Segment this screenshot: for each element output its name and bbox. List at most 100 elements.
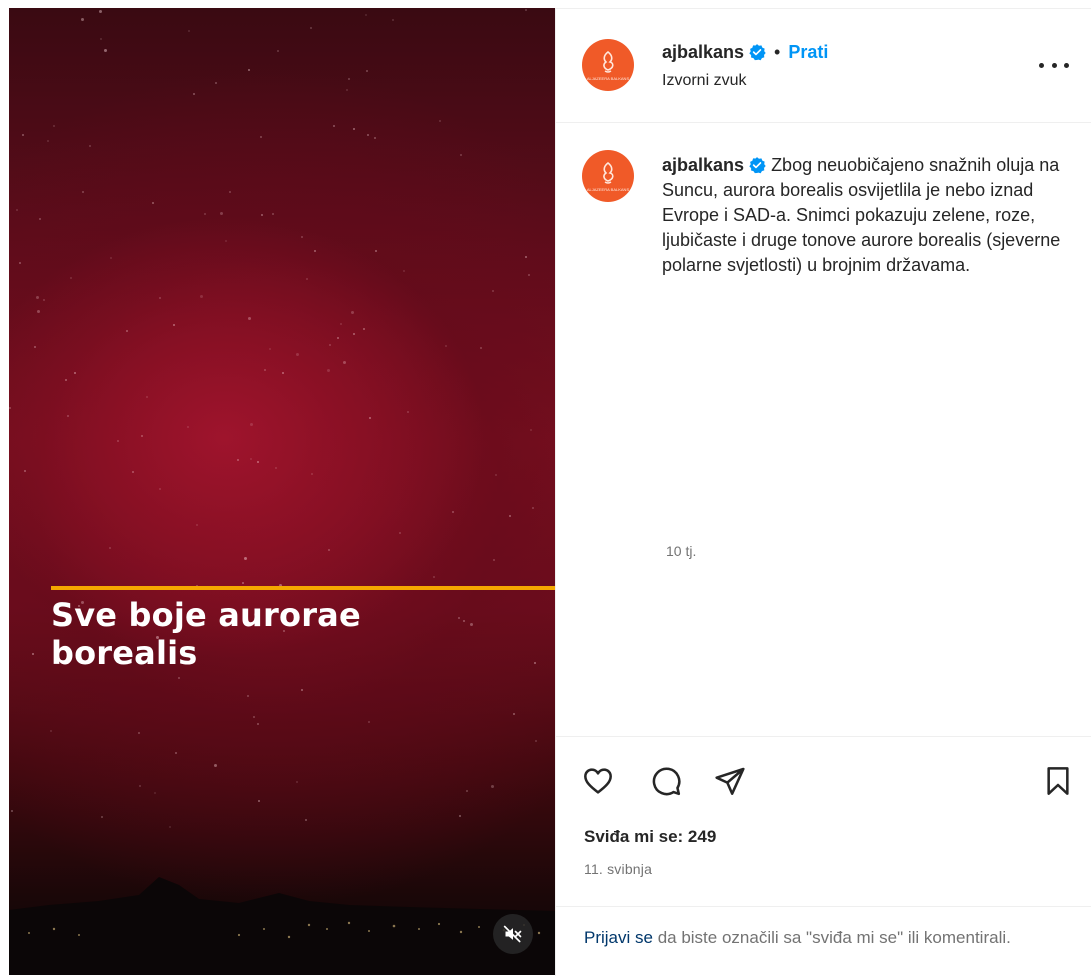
aljazeera-logo-icon <box>603 50 614 73</box>
star <box>100 38 102 40</box>
page-left-margin <box>0 0 9 975</box>
verified-badge-icon <box>749 44 766 61</box>
star <box>327 369 330 372</box>
star <box>460 154 462 156</box>
video-caption-line-2: borealis <box>51 634 198 672</box>
star <box>351 311 354 314</box>
header-username[interactable]: ajbalkans <box>662 41 744 63</box>
star <box>159 297 161 299</box>
star <box>32 653 34 655</box>
action-bar: Sviđa mi se: 249 11. svibnja <box>556 736 1091 907</box>
video-caption-line-1: Sve boje aurorae <box>51 596 361 634</box>
star <box>264 369 266 371</box>
star <box>250 423 253 426</box>
more-options-icon[interactable] <box>1039 55 1069 75</box>
follow-button[interactable]: Prati <box>788 42 828 63</box>
star <box>187 426 189 428</box>
star <box>346 89 348 91</box>
post-caption-block: ALJAZEERA BALKANS ajbalkans Zbog neuobič… <box>556 123 1091 735</box>
star <box>81 18 84 21</box>
avatar[interactable]: ALJAZEERA BALKANS <box>582 150 634 202</box>
star <box>110 257 112 259</box>
star <box>366 70 368 72</box>
star <box>82 191 84 193</box>
star <box>367 134 369 136</box>
star <box>146 396 148 398</box>
post-header: ALJAZEERA BALKANS ajbalkans • Prati Izvo… <box>556 9 1091 123</box>
star <box>275 467 277 469</box>
star <box>353 128 355 130</box>
star <box>257 461 259 463</box>
mute-button[interactable] <box>493 914 533 954</box>
star <box>50 730 52 732</box>
star <box>348 78 350 80</box>
star <box>491 785 494 788</box>
star <box>247 695 249 697</box>
login-prompt-text: Prijavi se da biste označili sa "sviđa m… <box>584 925 1064 951</box>
post-caption: ajbalkans Zbog neuobičajeno snažnih oluj… <box>662 153 1062 278</box>
star <box>296 781 298 783</box>
star <box>365 14 367 16</box>
star <box>374 137 376 139</box>
star <box>225 240 227 242</box>
star <box>509 515 511 517</box>
login-link[interactable]: Prijavi se <box>584 928 653 947</box>
star <box>214 764 217 767</box>
star <box>152 202 154 204</box>
star <box>340 323 342 325</box>
page-top-margin <box>0 0 1091 8</box>
star <box>154 792 156 794</box>
star <box>407 411 409 413</box>
star <box>9 407 11 409</box>
star <box>439 120 441 122</box>
caption-accent-bar <box>51 586 555 590</box>
star <box>188 30 190 32</box>
star <box>399 532 401 534</box>
star <box>328 549 330 551</box>
star <box>260 136 262 138</box>
star <box>368 721 370 723</box>
star <box>24 470 26 472</box>
star <box>101 816 103 818</box>
star <box>333 125 335 127</box>
avatar-logo-text: ALJAZEERA BALKANS <box>586 76 630 81</box>
star <box>67 415 69 417</box>
star <box>229 191 231 193</box>
audio-label[interactable]: Izvorni zvuk <box>662 72 746 90</box>
heart-icon[interactable] <box>582 765 614 797</box>
post-time-ago[interactable]: 10 tj. <box>666 543 696 559</box>
star <box>36 296 39 299</box>
star <box>173 324 175 326</box>
star <box>99 10 102 13</box>
caption-username[interactable]: ajbalkans <box>662 155 744 175</box>
star <box>282 372 284 374</box>
header-separator: • <box>774 41 781 62</box>
likes-count[interactable]: Sviđa mi se: 249 <box>584 827 716 847</box>
star <box>535 740 537 742</box>
star <box>104 49 107 52</box>
post-date[interactable]: 11. svibnja <box>584 861 652 877</box>
star <box>532 507 534 509</box>
star <box>305 819 307 821</box>
star <box>53 125 55 127</box>
star <box>248 69 250 71</box>
login-prompt-rest: da biste označili sa "sviđa mi se" ili k… <box>652 928 1011 947</box>
bookmark-icon[interactable] <box>1042 765 1074 797</box>
star <box>11 810 13 812</box>
star <box>196 524 198 526</box>
star <box>466 790 468 792</box>
video-player[interactable]: Sve boje aurorae borealis <box>9 8 555 975</box>
star <box>178 677 180 679</box>
star <box>39 218 41 220</box>
share-icon[interactable] <box>714 765 746 797</box>
avatar[interactable]: ALJAZEERA BALKANS <box>582 39 634 91</box>
star <box>310 27 312 29</box>
star <box>363 328 365 330</box>
star <box>244 557 247 560</box>
verified-badge-icon <box>749 157 766 174</box>
star <box>43 299 45 301</box>
star <box>159 488 161 490</box>
comment-icon[interactable] <box>650 765 682 797</box>
star <box>495 474 497 476</box>
star <box>193 93 195 95</box>
